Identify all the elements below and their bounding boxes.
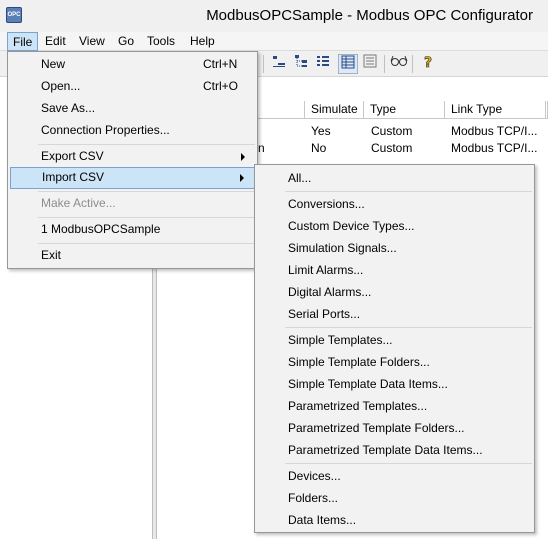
- menu-separator: [38, 217, 255, 218]
- menu-separator: [38, 144, 255, 145]
- submenu-item-conversions[interactable]: Conversions...: [256, 193, 533, 215]
- grid-view-icon[interactable]: [338, 54, 358, 74]
- menu-item-label: Import CSV: [42, 170, 105, 184]
- submenu-item-simple-template-folders[interactable]: Simple Template Folders...: [256, 351, 533, 373]
- submenu-item-devices[interactable]: Devices...: [256, 465, 533, 487]
- cell-name[interactable]: n: [258, 141, 265, 155]
- cell-simulate[interactable]: Yes: [311, 124, 331, 138]
- shortcut-label: Ctrl+O: [203, 79, 239, 93]
- toolbar-separator: [412, 55, 413, 73]
- column-header-type[interactable]: Type: [364, 101, 445, 119]
- list-icon[interactable]: [269, 54, 289, 74]
- menu-item-save-as[interactable]: Save As...: [9, 98, 256, 119]
- menu-item-label: Save As...: [41, 101, 96, 115]
- tree-icon[interactable]: [291, 54, 311, 74]
- toolbar-separator: [384, 55, 385, 73]
- menu-item-make-active[interactable]: Make Active...: [9, 193, 256, 214]
- import-csv-submenu: All... Conversions... Custom Device Type…: [254, 164, 535, 533]
- svg-text:?: ?: [424, 55, 432, 70]
- menu-separator: [38, 243, 255, 244]
- menu-edit[interactable]: Edit: [40, 32, 71, 51]
- window-title: ModbusOPCSample - Modbus OPC Configurato…: [206, 7, 533, 24]
- menu-item-recent-file[interactable]: 1 ModbusOPCSample: [9, 219, 256, 240]
- cell-link-type[interactable]: Modbus TCP/I...: [451, 124, 537, 138]
- menu-tools[interactable]: Tools: [142, 32, 180, 51]
- menu-item-label: Open...: [41, 79, 81, 93]
- menu-item-label: Connection Properties...: [41, 123, 170, 137]
- file-menu-dropdown: New Ctrl+N Open... Ctrl+O Save As... Con…: [7, 51, 258, 269]
- menu-item-new[interactable]: New Ctrl+N: [9, 54, 256, 75]
- menu-item-import-csv[interactable]: Import CSV: [10, 167, 255, 189]
- menu-go[interactable]: Go: [113, 32, 139, 51]
- report-view-icon[interactable]: [360, 54, 380, 74]
- menu-item-exit[interactable]: Exit: [9, 245, 256, 266]
- submenu-item-custom-device-types[interactable]: Custom Device Types...: [256, 215, 533, 237]
- menu-bar: File Edit View Go Tools Help: [0, 32, 548, 51]
- submenu-item-folders[interactable]: Folders...: [256, 487, 533, 509]
- menu-item-connection-properties[interactable]: Connection Properties...: [9, 120, 256, 141]
- submenu-arrow-icon: [240, 174, 244, 182]
- column-header-link-type[interactable]: Link Type: [445, 101, 546, 119]
- submenu-item-parametrized-templates[interactable]: Parametrized Templates...: [256, 395, 533, 417]
- menu-item-label: Export CSV: [41, 149, 104, 163]
- menu-item-label: New: [41, 57, 66, 71]
- menu-item-open[interactable]: Open... Ctrl+O: [9, 76, 256, 97]
- submenu-item-digital-alarms[interactable]: Digital Alarms...: [256, 281, 533, 303]
- submenu-item-parametrized-template-folders[interactable]: Parametrized Template Folders...: [256, 417, 533, 439]
- menu-separator: [285, 327, 532, 328]
- submenu-item-simulation-signals[interactable]: Simulation Signals...: [256, 237, 533, 259]
- details-icon[interactable]: [313, 54, 333, 74]
- menu-item-label: 1 ModbusOPCSample: [41, 222, 161, 236]
- shortcut-label: Ctrl+N: [203, 57, 238, 71]
- menu-file[interactable]: File: [7, 32, 39, 51]
- menu-view[interactable]: View: [74, 32, 110, 51]
- menu-separator: [285, 463, 532, 464]
- menu-item-label: Exit: [41, 248, 62, 262]
- toolbar-separator: [263, 55, 264, 73]
- cell-link-type[interactable]: Modbus TCP/I...: [451, 141, 537, 155]
- menu-separator: [38, 191, 255, 192]
- cell-type[interactable]: Custom: [371, 124, 412, 138]
- menu-item-export-csv[interactable]: Export CSV: [9, 146, 256, 167]
- submenu-item-simple-template-data-items[interactable]: Simple Template Data Items...: [256, 373, 533, 395]
- help-icon[interactable]: ?: [418, 54, 438, 74]
- menu-help[interactable]: Help: [185, 32, 220, 51]
- column-header-name[interactable]: [258, 101, 305, 119]
- submenu-item-all[interactable]: All...: [256, 167, 533, 189]
- submenu-arrow-icon: [241, 153, 245, 161]
- menu-separator: [285, 191, 532, 192]
- glasses-icon[interactable]: [389, 54, 409, 74]
- column-header-simulate[interactable]: Simulate: [305, 101, 364, 119]
- cell-type[interactable]: Custom: [371, 141, 412, 155]
- title-bar: OPC ModbusOPCSample - Modbus OPC Configu…: [0, 0, 548, 32]
- cell-simulate[interactable]: No: [311, 141, 326, 155]
- submenu-item-data-items[interactable]: Data Items...: [256, 509, 533, 531]
- submenu-item-simple-templates[interactable]: Simple Templates...: [256, 329, 533, 351]
- submenu-item-serial-ports[interactable]: Serial Ports...: [256, 303, 533, 325]
- submenu-item-parametrized-template-data-items[interactable]: Parametrized Template Data Items...: [256, 439, 533, 461]
- submenu-item-limit-alarms[interactable]: Limit Alarms...: [256, 259, 533, 281]
- menu-item-label: Make Active...: [41, 196, 116, 210]
